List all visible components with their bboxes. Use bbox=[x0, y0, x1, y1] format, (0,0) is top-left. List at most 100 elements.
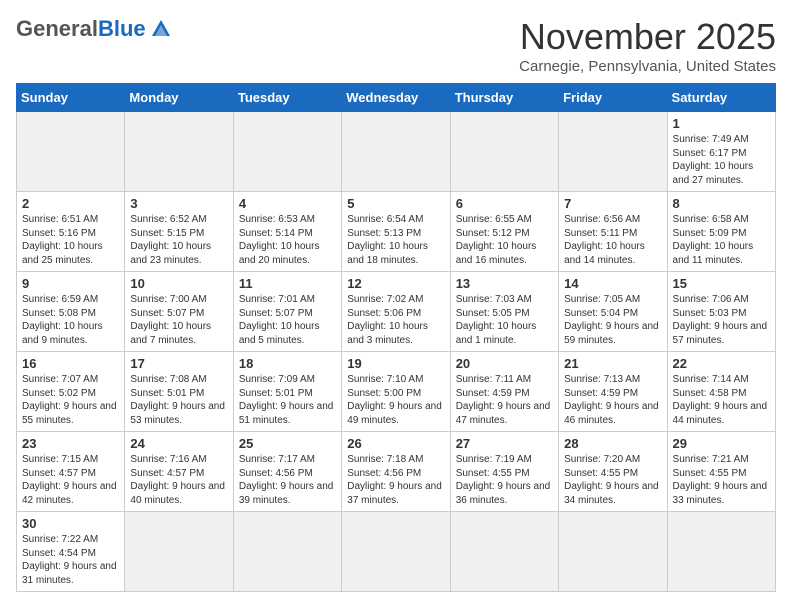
day-cell: 17Sunrise: 7:08 AM Sunset: 5:01 PM Dayli… bbox=[125, 352, 233, 432]
day-cell: 8Sunrise: 6:58 AM Sunset: 5:09 PM Daylig… bbox=[667, 192, 775, 272]
day-info: Sunrise: 7:19 AM Sunset: 4:55 PM Dayligh… bbox=[456, 453, 553, 507]
day-number: 30 bbox=[22, 516, 119, 531]
day-cell: 21 Sunrise: 7:13 AM Sunset: 4:59 PM Dayli… bbox=[559, 352, 667, 432]
day-number: 20 bbox=[456, 356, 553, 371]
day-number: 1 bbox=[673, 116, 770, 131]
day-cell: 12 Sunrise: 7:02 AM Sunset: 5:06 PM Dayli… bbox=[342, 272, 450, 352]
day-info: Sunrise: 7:13 AM Sunset: 4:59 PM Dayligh… bbox=[564, 373, 661, 427]
day-cell: 14Sunrise: 7:05 AM Sunset: 5:04 PM Dayli… bbox=[559, 272, 667, 352]
calendar-title: November 2025 bbox=[519, 16, 776, 58]
day-number: 18 bbox=[239, 356, 336, 371]
day-cell bbox=[342, 512, 450, 592]
weekday-header-saturday: Saturday bbox=[667, 84, 775, 112]
logo: GeneralBlue bbox=[16, 16, 172, 42]
day-info: Sunrise: 7:20 AM Sunset: 4:55 PM Dayligh… bbox=[564, 453, 661, 507]
day-cell: 25 Sunrise: 7:17 AM Sunset: 4:56 PM Dayli… bbox=[233, 432, 341, 512]
weekday-row: SundayMondayTuesdayWednesdayThursdayFrid… bbox=[17, 84, 776, 112]
day-cell: 16Sunrise: 7:07 AM Sunset: 5:02 PM Dayli… bbox=[17, 352, 125, 432]
day-number: 21 bbox=[564, 356, 661, 371]
day-number: 13 bbox=[456, 276, 553, 291]
day-info: Sunrise: 7:16 AM Sunset: 4:57 PM Dayligh… bbox=[130, 453, 227, 507]
calendar-body: 1 Sunrise: 7:49 AM Sunset: 6:17 PM Daylig… bbox=[17, 112, 776, 592]
day-number: 24 bbox=[130, 436, 227, 451]
day-cell bbox=[17, 112, 125, 192]
day-cell: 19 Sunrise: 7:10 AM Sunset: 5:00 PM Dayli… bbox=[342, 352, 450, 432]
day-cell: 13 Sunrise: 7:03 AM Sunset: 5:05 PM Dayli… bbox=[450, 272, 558, 352]
day-number: 14 bbox=[564, 276, 661, 291]
logo-icon bbox=[150, 18, 172, 40]
day-number: 19 bbox=[347, 356, 444, 371]
day-info: Sunrise: 7:01 AM Sunset: 5:07 PM Dayligh… bbox=[239, 293, 336, 347]
day-cell: 29 Sunrise: 7:21 AM Sunset: 4:55 PM Dayli… bbox=[667, 432, 775, 512]
day-info: Sunrise: 7:22 AM Sunset: 4:54 PM Dayligh… bbox=[22, 533, 119, 587]
day-cell: 18 Sunrise: 7:09 AM Sunset: 5:01 PM Dayli… bbox=[233, 352, 341, 432]
day-number: 26 bbox=[347, 436, 444, 451]
day-cell bbox=[233, 512, 341, 592]
day-number: 29 bbox=[673, 436, 770, 451]
day-info: Sunrise: 6:58 AM Sunset: 5:09 PM Dayligh… bbox=[673, 213, 770, 267]
day-info: Sunrise: 7:07 AM Sunset: 5:02 PM Dayligh… bbox=[22, 373, 119, 427]
day-info: Sunrise: 6:59 AM Sunset: 5:08 PM Dayligh… bbox=[22, 293, 119, 347]
day-info: Sunrise: 7:02 AM Sunset: 5:06 PM Dayligh… bbox=[347, 293, 444, 347]
day-info: Sunrise: 7:10 AM Sunset: 5:00 PM Dayligh… bbox=[347, 373, 444, 427]
day-cell bbox=[125, 512, 233, 592]
day-number: 23 bbox=[22, 436, 119, 451]
day-cell: 11Sunrise: 7:01 AM Sunset: 5:07 PM Dayli… bbox=[233, 272, 341, 352]
day-cell: 30 Sunrise: 7:22 AM Sunset: 4:54 PM Dayli… bbox=[17, 512, 125, 592]
day-info: Sunrise: 7:00 AM Sunset: 5:07 PM Dayligh… bbox=[130, 293, 227, 347]
day-number: 28 bbox=[564, 436, 661, 451]
week-row-0: 1 Sunrise: 7:49 AM Sunset: 6:17 PM Daylig… bbox=[17, 112, 776, 192]
day-number: 4 bbox=[239, 196, 336, 211]
day-number: 9 bbox=[22, 276, 119, 291]
day-info: Sunrise: 7:09 AM Sunset: 5:01 PM Dayligh… bbox=[239, 373, 336, 427]
day-number: 22 bbox=[673, 356, 770, 371]
logo-general: General bbox=[16, 16, 98, 42]
day-number: 3 bbox=[130, 196, 227, 211]
day-number: 27 bbox=[456, 436, 553, 451]
day-cell bbox=[233, 112, 341, 192]
day-info: Sunrise: 6:52 AM Sunset: 5:15 PM Dayligh… bbox=[130, 213, 227, 267]
day-cell: 2 Sunrise: 6:51 AM Sunset: 5:16 PM Daylig… bbox=[17, 192, 125, 272]
calendar-table: SundayMondayTuesdayWednesdayThursdayFrid… bbox=[16, 83, 776, 592]
day-number: 10 bbox=[130, 276, 227, 291]
day-number: 25 bbox=[239, 436, 336, 451]
day-number: 7 bbox=[564, 196, 661, 211]
day-info: Sunrise: 6:54 AM Sunset: 5:13 PM Dayligh… bbox=[347, 213, 444, 267]
logo-blue: Blue bbox=[98, 16, 146, 42]
header: GeneralBlue November 2025 Carnegie, Penn… bbox=[16, 16, 776, 75]
day-info: Sunrise: 6:53 AM Sunset: 5:14 PM Dayligh… bbox=[239, 213, 336, 267]
day-info: Sunrise: 7:18 AM Sunset: 4:56 PM Dayligh… bbox=[347, 453, 444, 507]
day-number: 5 bbox=[347, 196, 444, 211]
day-info: Sunrise: 7:21 AM Sunset: 4:55 PM Dayligh… bbox=[673, 453, 770, 507]
day-info: Sunrise: 7:17 AM Sunset: 4:56 PM Dayligh… bbox=[239, 453, 336, 507]
day-info: Sunrise: 7:03 AM Sunset: 5:05 PM Dayligh… bbox=[456, 293, 553, 347]
weekday-header-wednesday: Wednesday bbox=[342, 84, 450, 112]
day-cell: 10 Sunrise: 7:00 AM Sunset: 5:07 PM Dayli… bbox=[125, 272, 233, 352]
day-info: Sunrise: 6:55 AM Sunset: 5:12 PM Dayligh… bbox=[456, 213, 553, 267]
calendar-subtitle: Carnegie, Pennsylvania, United States bbox=[519, 58, 776, 75]
day-cell: 6 Sunrise: 6:55 AM Sunset: 5:12 PM Daylig… bbox=[450, 192, 558, 272]
day-info: Sunrise: 6:51 AM Sunset: 5:16 PM Dayligh… bbox=[22, 213, 119, 267]
weekday-header-tuesday: Tuesday bbox=[233, 84, 341, 112]
day-cell bbox=[559, 512, 667, 592]
day-info: Sunrise: 7:15 AM Sunset: 4:57 PM Dayligh… bbox=[22, 453, 119, 507]
day-info: Sunrise: 7:06 AM Sunset: 5:03 PM Dayligh… bbox=[673, 293, 770, 347]
day-cell: 26 Sunrise: 7:18 AM Sunset: 4:56 PM Dayli… bbox=[342, 432, 450, 512]
weekday-header-thursday: Thursday bbox=[450, 84, 558, 112]
day-cell: 22Sunrise: 7:14 AM Sunset: 4:58 PM Dayli… bbox=[667, 352, 775, 432]
day-cell: 9 Sunrise: 6:59 AM Sunset: 5:08 PM Daylig… bbox=[17, 272, 125, 352]
day-cell bbox=[450, 112, 558, 192]
title-area: November 2025 Carnegie, Pennsylvania, Un… bbox=[519, 16, 776, 75]
day-cell bbox=[125, 112, 233, 192]
day-cell: 3 Sunrise: 6:52 AM Sunset: 5:15 PM Daylig… bbox=[125, 192, 233, 272]
day-cell: 23 Sunrise: 7:15 AM Sunset: 4:57 PM Dayli… bbox=[17, 432, 125, 512]
day-info: Sunrise: 7:08 AM Sunset: 5:01 PM Dayligh… bbox=[130, 373, 227, 427]
day-cell: 27 Sunrise: 7:19 AM Sunset: 4:55 PM Dayli… bbox=[450, 432, 558, 512]
day-number: 12 bbox=[347, 276, 444, 291]
day-number: 6 bbox=[456, 196, 553, 211]
week-row-1: 2 Sunrise: 6:51 AM Sunset: 5:16 PM Daylig… bbox=[17, 192, 776, 272]
day-number: 2 bbox=[22, 196, 119, 211]
weekday-header-sunday: Sunday bbox=[17, 84, 125, 112]
day-info: Sunrise: 7:49 AM Sunset: 6:17 PM Dayligh… bbox=[673, 133, 770, 187]
day-cell: 15Sunrise: 7:06 AM Sunset: 5:03 PM Dayli… bbox=[667, 272, 775, 352]
